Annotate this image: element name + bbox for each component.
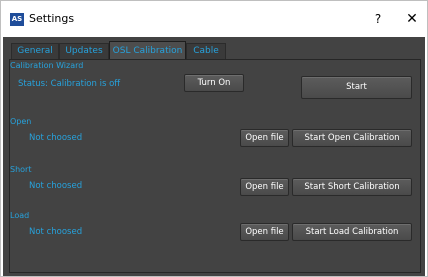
close-button[interactable]: ✕ (404, 10, 420, 28)
load-label: Load (10, 211, 30, 220)
start-short-calibration-button[interactable]: Start Short Calibration (292, 178, 412, 196)
open-status: Not choosed (29, 133, 83, 143)
tab-osl-calibration[interactable]: OSL Calibration (109, 41, 186, 60)
app-icon: AS (10, 13, 24, 26)
load-file-button[interactable]: Open file (240, 223, 289, 241)
open-file-button[interactable]: Open file (240, 129, 289, 147)
start-open-calibration-button[interactable]: Start Open Calibration (292, 129, 412, 147)
turn-on-button[interactable]: Turn On (184, 74, 244, 92)
tab-general[interactable]: General (11, 43, 59, 59)
settings-dialog: AS Settings ? ✕ General Updates OSL Cali… (0, 0, 428, 277)
window-title: Settings (29, 12, 75, 25)
load-status: Not choosed (29, 227, 83, 237)
calibration-wizard-label: Calibration Wizard (10, 61, 84, 70)
help-button[interactable]: ? (371, 10, 385, 28)
short-status: Not choosed (29, 181, 83, 191)
calibration-status: Status: Calibration is off (18, 79, 121, 89)
open-label: Open (10, 117, 32, 126)
tab-cable[interactable]: Cable (186, 43, 226, 59)
dialog-body: General Updates OSL Calibration Cable Ca… (3, 37, 425, 276)
short-label: Short (10, 165, 32, 174)
osl-calibration-panel: Calibration Wizard Status: Calibration i… (9, 59, 421, 273)
tab-updates[interactable]: Updates (59, 43, 109, 59)
short-file-button[interactable]: Open file (240, 178, 289, 196)
start-load-calibration-button[interactable]: Start Load Calibration (292, 223, 412, 241)
start-button[interactable]: Start (301, 76, 412, 99)
title-bar: AS Settings ? ✕ (1, 1, 427, 37)
